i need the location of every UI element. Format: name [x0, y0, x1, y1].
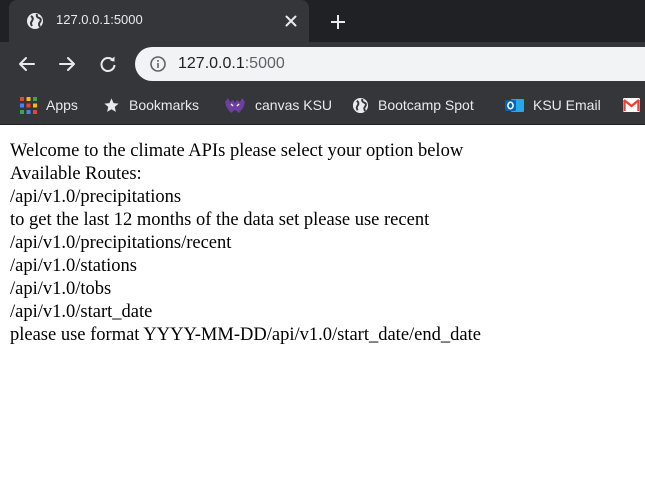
- close-tab-icon[interactable]: [283, 13, 299, 29]
- route-start-date: /api/v1.0/start_date: [10, 302, 153, 322]
- bookmark-label: Apps: [46, 97, 78, 113]
- route-precipitations-recent: /api/v1.0/precipitations/recent: [10, 233, 232, 253]
- bookmark-gmail[interactable]: [623, 95, 640, 115]
- address-bar[interactable]: 127.0.0.1:5000: [135, 47, 645, 81]
- route-stations: /api/v1.0/stations: [10, 256, 137, 276]
- page-content: Welcome to the climate APIs please selec…: [10, 140, 481, 347]
- date-format-instructions: please use format YYYY-MM-DD/api/v1.0/st…: [10, 325, 481, 345]
- globe-icon: [27, 13, 43, 29]
- active-tab[interactable]: 127.0.0.1:5000: [9, 0, 309, 42]
- bookmark-apps[interactable]: Apps: [20, 95, 78, 115]
- star-icon: [104, 97, 119, 112]
- bookmark-canvas-ksu[interactable]: canvas KSU: [224, 95, 332, 115]
- route-precipitations: /api/v1.0/precipitations: [10, 187, 182, 207]
- bookmark-label: KSU Email: [533, 97, 601, 113]
- bookmark-bookmarks[interactable]: Bookmarks: [103, 95, 199, 115]
- tab-title: 127.0.0.1:5000: [56, 12, 143, 27]
- available-routes-heading: Available Routes:: [10, 164, 142, 184]
- gmail-icon: [623, 98, 640, 112]
- bookmark-ksu-email[interactable]: KSU Email: [505, 95, 601, 115]
- welcome-text: Welcome to the climate APIs please selec…: [10, 141, 464, 161]
- back-arrow-icon[interactable]: [17, 54, 37, 74]
- bookmark-label: Bookmarks: [129, 97, 200, 113]
- forward-arrow-icon[interactable]: [57, 54, 77, 74]
- bookmark-bootcamp-spot[interactable]: Bootcamp Spot: [352, 95, 474, 115]
- outlook-icon: [505, 98, 524, 112]
- apps-grid-icon: [20, 96, 37, 114]
- url-host: 127.0.0.1: [178, 55, 245, 72]
- globe-icon: [352, 97, 369, 113]
- reload-icon[interactable]: [98, 54, 118, 74]
- address-url[interactable]: 127.0.0.1:5000: [178, 55, 285, 73]
- site-info-icon[interactable]: [150, 56, 166, 72]
- tab-strip: 127.0.0.1:5000: [0, 0, 645, 42]
- bookmark-label: Bootcamp Spot: [378, 97, 474, 113]
- ksu-wildcat-icon: [225, 97, 245, 113]
- bookmarks-bar: Apps Bookmarks canvas KSU Bootcamp Spot …: [0, 86, 645, 125]
- url-port: :5000: [244, 55, 285, 72]
- new-tab-icon[interactable]: [329, 13, 347, 31]
- route-tobs: /api/v1.0/tobs: [10, 279, 112, 299]
- browser-toolbar: 127.0.0.1:5000: [0, 42, 645, 86]
- recent-instructions: to get the last 12 months of the data se…: [10, 210, 430, 230]
- bookmark-label: canvas KSU: [255, 97, 333, 113]
